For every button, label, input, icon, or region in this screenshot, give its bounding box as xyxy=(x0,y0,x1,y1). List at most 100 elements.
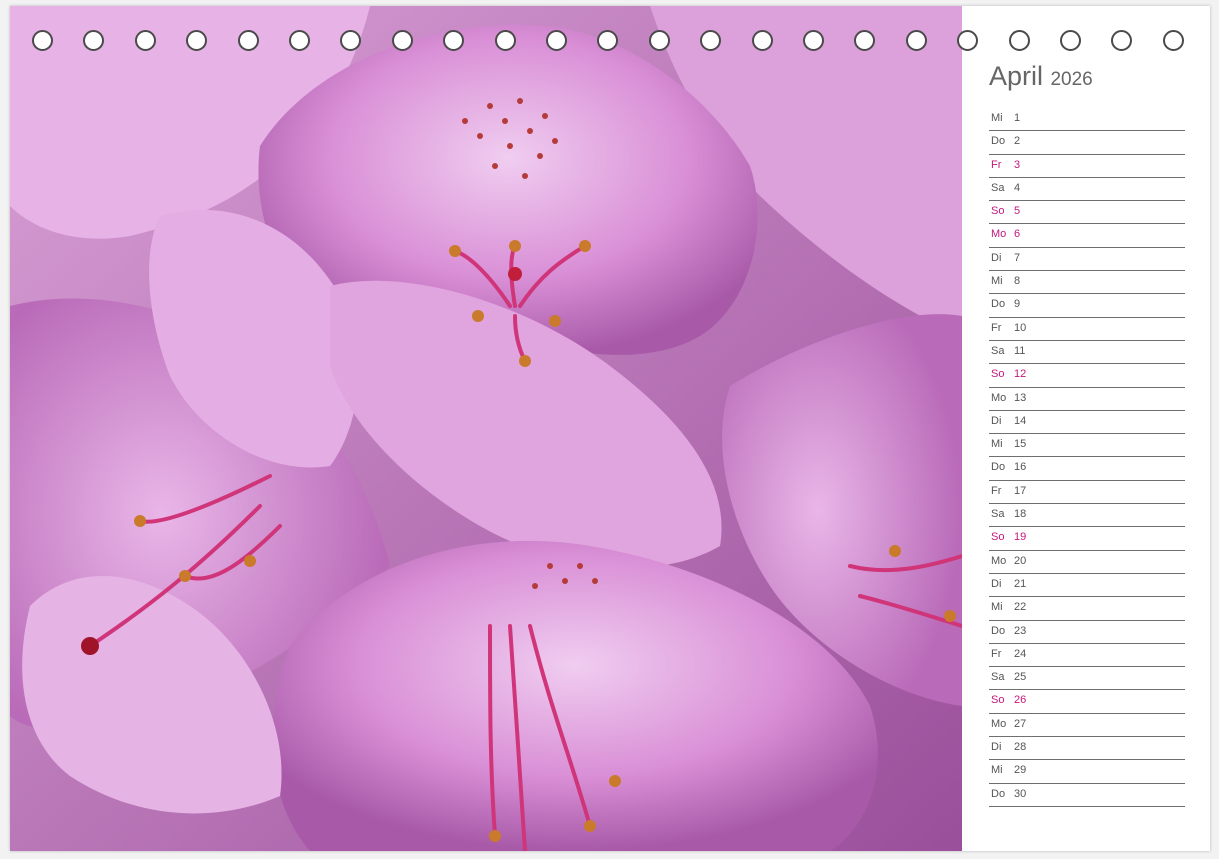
flower-photo xyxy=(10,6,962,851)
weekday-label: Di xyxy=(991,414,1002,427)
weekday-label: Sa xyxy=(991,181,1005,194)
day-row: Di 21 xyxy=(989,575,1185,598)
day-number: 30 xyxy=(1014,787,1027,800)
day-row: Mi 1 xyxy=(989,109,1185,132)
day-number: 24 xyxy=(1014,647,1027,660)
day-row: So 12 xyxy=(989,365,1185,388)
day-number: 19 xyxy=(1014,531,1027,544)
spiral-binding-hole-icon xyxy=(391,30,413,51)
spiral-binding-hole-icon xyxy=(854,30,876,51)
spiral-binding-hole-icon xyxy=(700,30,722,51)
weekday-label: Fr xyxy=(991,321,1002,334)
weekday-label: Mo xyxy=(991,717,1007,730)
spiral-binding-hole-icon xyxy=(751,30,773,51)
spiral-binding-hole-icon xyxy=(32,30,53,51)
day-number: 15 xyxy=(1014,438,1027,451)
day-row: Sa 4 xyxy=(989,179,1185,202)
day-row: Mi 8 xyxy=(989,272,1185,295)
day-number: 3 xyxy=(1014,158,1021,171)
spiral-binding-hole-icon xyxy=(546,30,567,51)
day-number: 9 xyxy=(1014,298,1021,311)
spiral-binding-hole-icon xyxy=(648,30,670,51)
rhododendron-flower-icon xyxy=(10,6,962,851)
spiral-binding-hole-icon xyxy=(340,30,362,51)
weekday-label: Di xyxy=(991,741,1002,754)
day-row: Di 28 xyxy=(989,738,1185,761)
weekday-label: Do xyxy=(991,298,1006,311)
weekday-label: Do xyxy=(991,624,1006,637)
day-number: 1 xyxy=(1014,112,1021,124)
day-row: Fr 24 xyxy=(989,645,1185,668)
day-row: Fr 3 xyxy=(989,156,1185,178)
weekday-label: Sa xyxy=(991,344,1005,357)
day-row: Mo 20 xyxy=(989,552,1185,574)
day-row: Fr 17 xyxy=(989,482,1185,505)
day-row: Do 30 xyxy=(989,785,1185,807)
day-number: 18 xyxy=(1014,508,1027,521)
day-number: 26 xyxy=(1014,694,1027,707)
weekday-label: So xyxy=(991,368,1005,381)
day-row: So 26 xyxy=(989,691,1185,714)
month-heading: April 2026 xyxy=(989,61,1093,92)
spiral-binding-hole-icon xyxy=(597,30,619,51)
day-number: 14 xyxy=(1014,414,1027,427)
weekday-label: So xyxy=(991,531,1005,544)
calendar-page: April 2026 Mi 1 Do 2 Fr 3 Sa 4 So 5 Mo 6 Di 7 Mi 8 Do 9 Fr… xyxy=(10,6,1210,851)
spiral-binding-hole-icon xyxy=(83,30,105,51)
day-row: Do 23 xyxy=(989,622,1185,644)
day-row: Di 14 xyxy=(989,412,1185,435)
weekday-label: So xyxy=(991,694,1005,707)
day-number: 21 xyxy=(1014,577,1027,590)
day-list: Mi 1 Do 2 Fr 3 Sa 4 So 5 Mo 6 Di 7 Mi 8 Do 9 Fr 10 Sa 11 So 12 M… xyxy=(989,109,1185,808)
day-number: 16 xyxy=(1014,461,1027,474)
weekday-label: Sa xyxy=(991,671,1005,684)
day-row: Mi 22 xyxy=(989,598,1185,621)
spiral-binding-hole-icon xyxy=(803,30,824,51)
weekday-label: Fr xyxy=(991,158,1002,171)
weekday-label: Fr xyxy=(991,484,1002,497)
day-number: 4 xyxy=(1014,181,1021,194)
weekday-label: Mo xyxy=(991,228,1007,241)
day-row: Do 9 xyxy=(989,295,1185,318)
day-number: 28 xyxy=(1014,741,1027,754)
weekday-label: Do xyxy=(991,135,1006,148)
weekday-label: Mi xyxy=(991,601,1003,614)
day-number: 2 xyxy=(1014,135,1021,148)
weekday-label: Mo xyxy=(991,554,1007,567)
day-row: So 5 xyxy=(989,202,1185,225)
day-row: Sa 18 xyxy=(989,505,1185,528)
weekday-label: Mi xyxy=(991,438,1003,451)
weekday-label: Fr xyxy=(991,647,1002,660)
day-number: 11 xyxy=(1014,344,1026,357)
day-row: Do 2 xyxy=(989,132,1185,155)
weekday-label: Do xyxy=(991,787,1006,800)
weekday-label: Di xyxy=(991,251,1002,264)
spiral-binding-hole-icon xyxy=(443,30,465,51)
spiral-binding-hole-icon xyxy=(237,30,259,51)
weekday-label: Do xyxy=(991,461,1006,474)
weekday-label: Mi xyxy=(991,764,1003,777)
weekday-label: Sa xyxy=(991,508,1005,521)
day-number: 23 xyxy=(1014,624,1027,637)
day-number: 17 xyxy=(1014,484,1027,497)
day-number: 22 xyxy=(1014,601,1027,614)
day-row: Sa 11 xyxy=(989,342,1185,365)
day-row: Di 7 xyxy=(989,249,1185,272)
spiral-binding-hole-icon xyxy=(494,30,516,51)
day-row: Sa 25 xyxy=(989,668,1185,691)
day-number: 13 xyxy=(1014,391,1027,404)
weekday-label: So xyxy=(991,205,1005,218)
day-row: Mi 29 xyxy=(989,761,1185,784)
day-number: 8 xyxy=(1014,275,1021,288)
spiral-binding-hole-icon xyxy=(134,30,156,51)
weekday-label: Mo xyxy=(991,391,1007,404)
year-label: 2026 xyxy=(1050,69,1093,90)
day-row: Do 16 xyxy=(989,458,1185,481)
weekday-label: Di xyxy=(991,577,1002,590)
day-row: Mo 27 xyxy=(989,715,1185,738)
day-number: 20 xyxy=(1014,554,1027,567)
day-row: Mo 13 xyxy=(989,389,1185,411)
spiral-binding-hole-icon xyxy=(905,30,927,51)
day-row: Fr 10 xyxy=(989,319,1185,341)
day-number: 5 xyxy=(1014,205,1021,218)
